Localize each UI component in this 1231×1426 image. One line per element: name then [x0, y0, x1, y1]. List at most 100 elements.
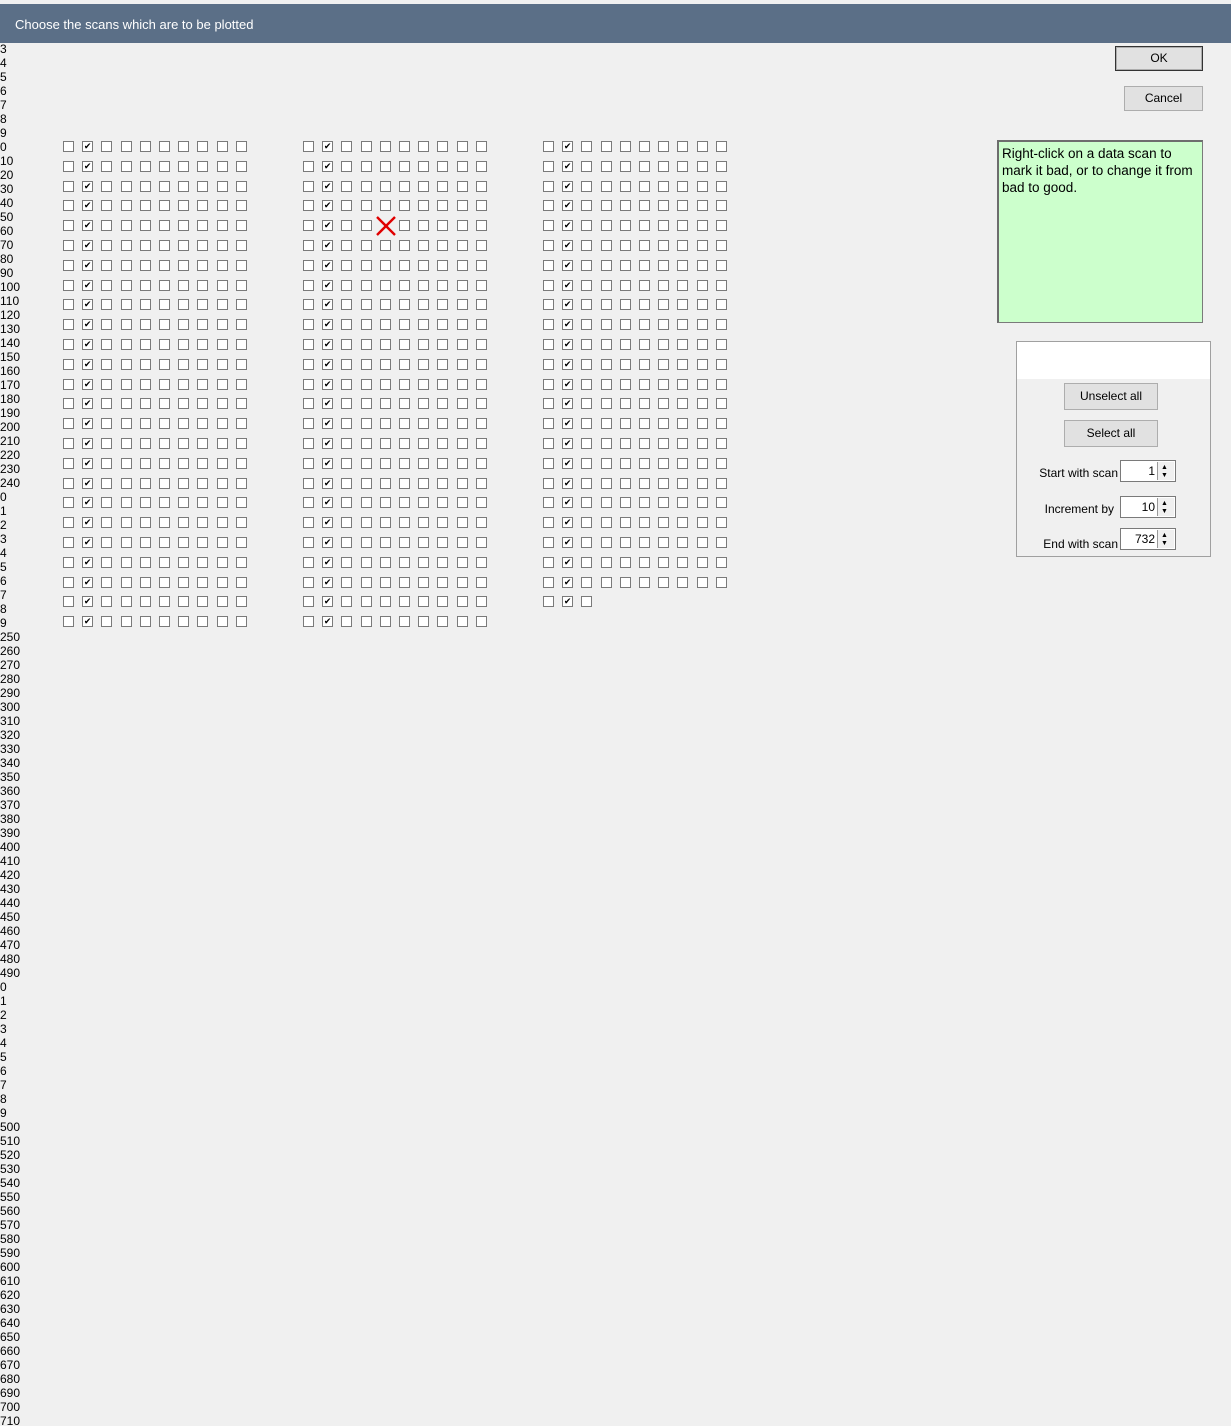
scan-checkbox[interactable]	[437, 438, 449, 449]
scan-checkbox[interactable]	[139, 319, 151, 331]
scan-checkbox[interactable]	[178, 537, 190, 548]
scan-checkbox[interactable]	[235, 299, 247, 311]
scan-checkbox[interactable]	[581, 576, 593, 588]
scan-checkbox[interactable]	[101, 180, 113, 192]
scan-checkbox[interactable]	[235, 141, 247, 152]
scan-checkbox[interactable]	[360, 576, 372, 588]
scan-checkbox[interactable]	[322, 141, 334, 152]
scan-checkbox[interactable]	[677, 180, 689, 192]
scan-checkbox[interactable]	[418, 457, 430, 469]
scan-checkbox[interactable]	[581, 537, 593, 548]
scan-checkbox[interactable]	[120, 220, 132, 232]
scan-checkbox[interactable]	[82, 398, 94, 410]
scan-checkbox[interactable]	[101, 457, 113, 469]
scan-checkbox[interactable]	[600, 358, 612, 370]
scan-checkbox[interactable]	[235, 319, 247, 331]
scan-checkbox[interactable]	[456, 319, 468, 331]
scan-checkbox[interactable]	[399, 200, 410, 212]
scan-checkbox[interactable]	[658, 200, 670, 212]
scan-checkbox[interactable]	[341, 457, 353, 469]
scan-checkbox[interactable]	[658, 418, 670, 430]
scan-checkbox[interactable]	[360, 220, 372, 232]
scan-checkbox[interactable]	[399, 556, 410, 568]
scan-checkbox[interactable]	[178, 517, 190, 529]
scan-checkbox[interactable]	[139, 240, 151, 251]
scan-checkbox[interactable]	[159, 160, 170, 172]
scan-checkbox[interactable]	[456, 398, 468, 410]
increment-value[interactable]: 10	[1142, 500, 1155, 514]
scan-checkbox[interactable]	[581, 279, 593, 291]
scan-checkbox[interactable]	[360, 240, 372, 251]
scan-checkbox[interactable]	[600, 180, 612, 192]
scan-checkbox[interactable]	[101, 220, 113, 232]
scan-checkbox[interactable]	[379, 200, 391, 212]
scan-checkbox[interactable]	[322, 378, 334, 390]
scan-checkbox[interactable]	[341, 517, 353, 529]
scan-checkbox[interactable]	[399, 398, 410, 410]
scan-checkbox[interactable]	[379, 180, 391, 192]
scan-checkbox[interactable]	[696, 160, 708, 172]
scan-checkbox[interactable]	[715, 160, 727, 172]
scan-checkbox[interactable]	[303, 418, 314, 430]
scan-checkbox[interactable]	[379, 576, 391, 588]
scan-checkbox[interactable]	[639, 517, 650, 529]
scan-checkbox[interactable]	[322, 497, 334, 509]
scan-checkbox[interactable]	[696, 200, 708, 212]
scan-checkbox[interactable]	[418, 378, 430, 390]
scan-checkbox[interactable]	[197, 378, 209, 390]
scan-checkbox[interactable]	[360, 160, 372, 172]
scan-checkbox[interactable]	[543, 160, 554, 172]
scan-checkbox[interactable]	[696, 576, 708, 588]
scan-checkbox[interactable]	[216, 220, 228, 232]
scan-checkbox[interactable]	[600, 378, 612, 390]
scan-checkbox[interactable]	[82, 160, 94, 172]
scan-checkbox[interactable]	[677, 160, 689, 172]
scan-checkbox[interactable]	[437, 477, 449, 489]
scan-checkbox[interactable]	[139, 378, 151, 390]
scan-checkbox[interactable]	[639, 180, 650, 192]
scan-checkbox[interactable]	[216, 378, 228, 390]
scan-checkbox[interactable]	[562, 537, 574, 548]
scan-checkbox[interactable]	[178, 556, 190, 568]
scan-checkbox[interactable]	[63, 616, 74, 628]
scan-checkbox[interactable]	[216, 398, 228, 410]
scan-checkbox[interactable]	[235, 616, 247, 628]
scan-checkbox[interactable]	[63, 517, 74, 529]
scan-checkbox[interactable]	[456, 576, 468, 588]
scan-checkbox[interactable]	[235, 220, 247, 232]
scan-checkbox[interactable]	[322, 616, 334, 628]
scan-checkbox[interactable]	[303, 319, 314, 331]
scan-checkbox[interactable]	[303, 576, 314, 588]
scan-checkbox[interactable]	[562, 556, 574, 568]
scan-checkbox[interactable]	[677, 378, 689, 390]
scan-checkbox[interactable]	[600, 141, 612, 152]
scan-checkbox[interactable]	[139, 596, 151, 608]
scan-checkbox[interactable]	[437, 378, 449, 390]
scan-checkbox[interactable]	[341, 220, 353, 232]
scan-checkbox[interactable]	[139, 141, 151, 152]
scan-checkbox[interactable]	[715, 556, 727, 568]
scan-checkbox[interactable]	[658, 259, 670, 271]
scan-checkbox[interactable]	[178, 299, 190, 311]
scan-checkbox[interactable]	[562, 259, 574, 271]
scan-checkbox[interactable]	[360, 141, 372, 152]
scan-checkbox[interactable]	[341, 616, 353, 628]
scan-checkbox[interactable]	[600, 537, 612, 548]
scan-checkbox[interactable]	[360, 477, 372, 489]
scan-checkbox[interactable]	[658, 299, 670, 311]
scan-checkbox[interactable]	[341, 279, 353, 291]
scan-checkbox[interactable]	[120, 477, 132, 489]
scan-checkbox[interactable]	[696, 319, 708, 331]
scan-checkbox[interactable]	[715, 457, 727, 469]
scan-checkbox[interactable]	[341, 418, 353, 430]
scan-checkbox[interactable]	[159, 398, 170, 410]
scan-checkbox[interactable]	[677, 319, 689, 331]
scan-checkbox[interactable]	[139, 477, 151, 489]
scan-checkbox[interactable]	[120, 180, 132, 192]
scan-checkbox[interactable]	[475, 596, 487, 608]
scan-checkbox[interactable]	[562, 438, 574, 449]
scan-checkbox[interactable]	[82, 537, 94, 548]
spinner-arrows-icon[interactable]: ▲ ▼	[1157, 498, 1174, 516]
scan-checkbox[interactable]	[197, 180, 209, 192]
scan-checkbox[interactable]	[639, 477, 650, 489]
